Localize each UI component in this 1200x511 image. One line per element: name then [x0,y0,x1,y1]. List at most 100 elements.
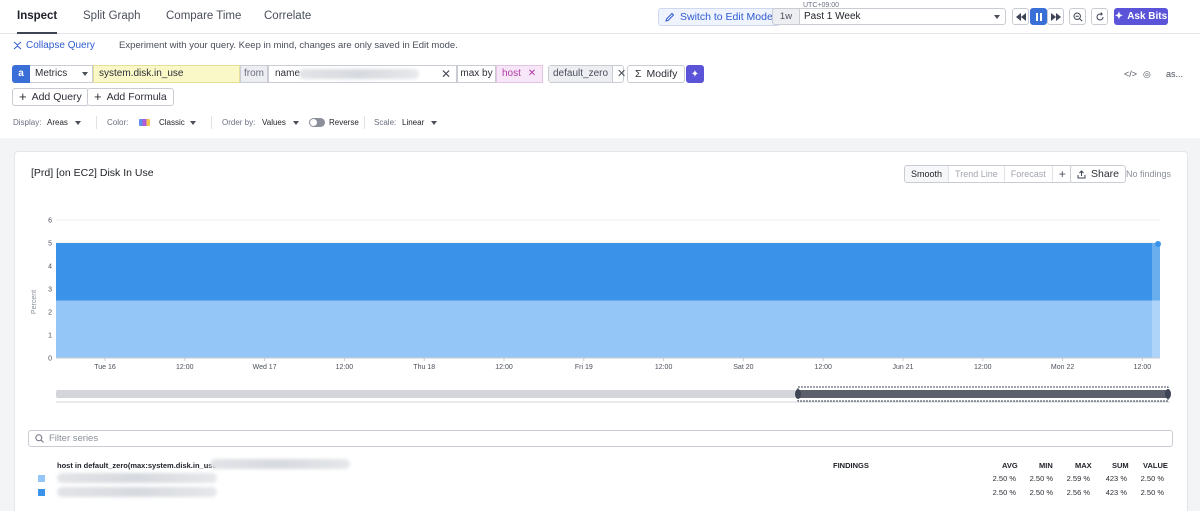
x-tick-label: 12:00 [655,364,673,371]
legend-sum-column[interactable]: SUM [1112,461,1129,470]
legend-row-max: 2.56 % [1066,488,1090,497]
trend-line-button[interactable]: Trend Line [949,166,1005,182]
add-query-button[interactable]: + Add Query [12,88,89,106]
navigator-selected-range [798,390,1168,398]
fast-forward-icon [1050,12,1061,21]
x-tick-label: Sat 20 [733,364,753,371]
time-navigator[interactable] [20,384,1180,406]
x-tick-label: 12:00 [814,364,832,371]
divider [96,116,97,129]
share-button[interactable]: Share [1070,165,1127,183]
smooth-button[interactable]: Smooth [905,166,950,182]
chevron-down-icon [75,121,81,125]
area-series-2[interactable] [56,243,1160,301]
from-label: from [240,65,268,83]
add-formula-button[interactable]: + Add Formula [87,88,174,106]
zoom-out-button[interactable] [1069,8,1086,25]
pause-button[interactable] [1030,8,1047,25]
navigator-left-handle[interactable] [795,389,801,399]
data-source-label: Metrics [35,68,68,79]
color-select[interactable]: Classic [159,118,185,127]
legend-max-column[interactable]: MAX [1075,461,1092,470]
collapse-query-button[interactable]: Collapse Query [13,40,95,51]
fast-forward-button[interactable] [1047,8,1064,25]
switch-to-edit-mode-button[interactable]: Switch to Edit Mode [658,8,780,26]
group-by-label: host [502,68,521,79]
display-label: Display: [13,118,42,127]
chevron-down-icon [293,121,299,125]
add-query-label: Add Query [31,91,82,103]
divider [364,116,365,129]
legend-findings-column[interactable]: FINDINGS [833,461,869,470]
live-edge-marker [1152,243,1160,358]
redacted-value [299,69,419,79]
legend-host-column[interactable]: host in default_zero(max:system.disk.in_… [57,461,217,470]
navigator-track [56,390,796,398]
scope-filter-input[interactable]: name ✕ [268,65,457,83]
legend-row-max: 2.59 % [1066,474,1090,483]
x-tick-label: 12:00 [176,364,194,371]
x-tick-label: 12:00 [336,364,354,371]
legend-swatch [38,489,45,496]
data-source-select[interactable]: Metrics [30,65,93,83]
redacted-host-name [57,487,217,497]
aggregation-select[interactable]: max by [457,65,496,83]
rewind-button[interactable] [1012,8,1029,25]
legend-row-value: 2.50 % [1140,488,1164,497]
query-letter[interactable]: a [12,65,30,83]
zoom-out-icon [1072,11,1083,22]
group-by-tag[interactable]: host ✕ [496,65,543,83]
palette-icon[interactable]: ◎ [1143,69,1151,80]
forecast-button[interactable]: Forecast [1005,166,1053,182]
area-series-1[interactable] [56,300,1160,359]
plus-icon[interactable]: + [1053,166,1072,182]
time-range-select[interactable]: Past 1 Week [799,8,1006,25]
reset-button[interactable] [1091,8,1108,25]
y-tick-label: 1 [48,333,52,340]
legend-swatch [38,475,45,482]
function-chip[interactable]: default_zero ✕ [548,65,626,83]
legend-row-sum: 423 % [1105,488,1127,497]
tab-split-graph[interactable]: Split Graph [83,0,141,34]
period-badge[interactable]: 1w [772,8,800,25]
function-label: default_zero [549,66,614,82]
modify-label: Modify [646,68,678,80]
ask-bits-button[interactable]: ✦ Ask Bits [1114,8,1168,25]
reverse-toggle[interactable] [309,118,325,127]
alias-button[interactable]: as... [1166,69,1183,79]
legend-avg-column[interactable]: AVG [1002,461,1018,470]
scale-select[interactable]: Linear [402,118,424,127]
pencil-icon [665,12,675,22]
reverse-label: Reverse [329,118,359,127]
filter-series-placeholder: Filter series [49,433,99,444]
findings-status: No findings [1126,169,1172,179]
modify-button[interactable]: Σ Modify [627,65,686,83]
rewind-icon [1015,12,1026,21]
y-tick-label: 0 [48,356,52,363]
code-icon[interactable]: </> [1124,69,1137,79]
close-icon[interactable]: ✕ [528,68,536,79]
ai-assist-button[interactable]: ✦ [686,65,704,83]
metric-input[interactable]: system.disk.in_use [93,65,240,83]
filter-series-input[interactable]: Filter series [28,430,1173,447]
area-chart[interactable]: 0 1 2 3 4 5 6 Tue 16 12:00 Wed 17 12:00 Thu 18 12:0… [20,210,1180,375]
legend-min-column[interactable]: MIN [1039,461,1053,470]
x-tick-label: Fri 19 [575,364,593,371]
legend-value-column[interactable]: VALUE [1143,461,1168,470]
share-icon [1077,169,1086,178]
navigator-right-handle[interactable] [1165,389,1171,399]
chevron-down-icon [82,72,88,76]
x-tick-label: Mon 22 [1051,364,1074,371]
color-label: Color: [107,118,129,127]
close-icon[interactable]: ✕ [441,66,451,82]
time-range-label: Past 1 Week [804,11,861,22]
ask-bits-label: Ask Bits [1127,11,1168,22]
tab-correlate[interactable]: Correlate [264,0,311,34]
scope-name-label: name [275,68,301,79]
tab-compare-time[interactable]: Compare Time [166,0,241,34]
order-select[interactable]: Values [262,118,286,127]
redacted-value [210,459,350,469]
display-select[interactable]: Areas [47,118,68,127]
tab-inspect[interactable]: Inspect [17,0,58,34]
overlay-toggle-group: Smooth Trend Line Forecast + [904,165,1073,183]
